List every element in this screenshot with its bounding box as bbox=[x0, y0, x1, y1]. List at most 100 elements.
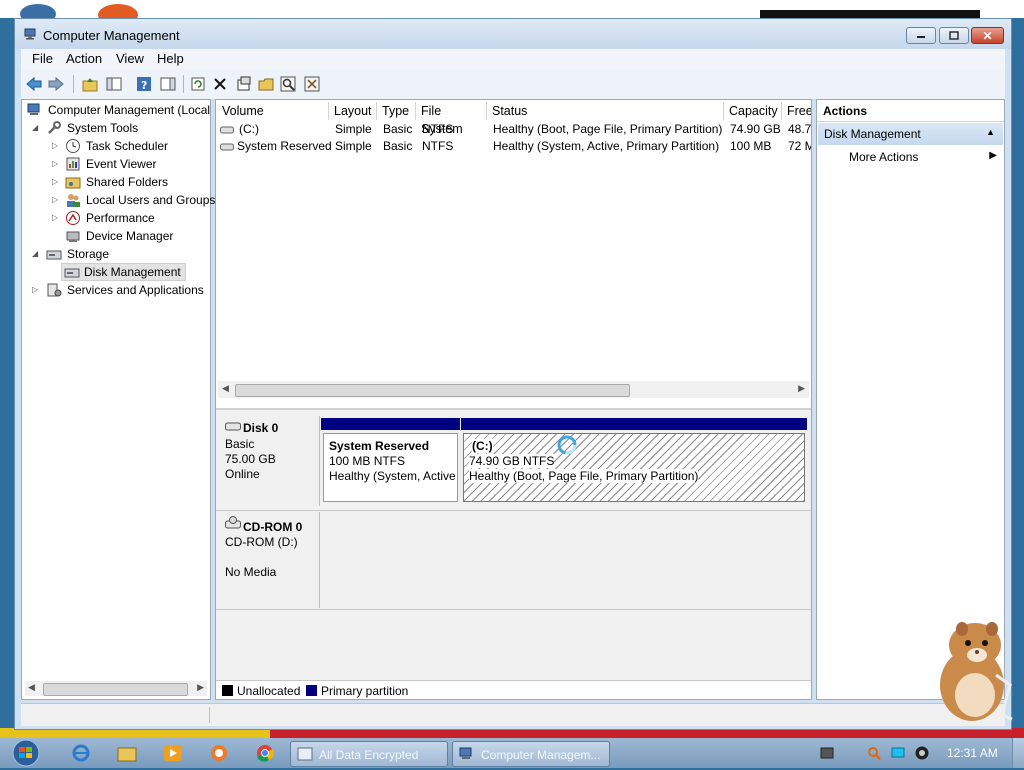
maximize-button[interactable] bbox=[939, 27, 969, 44]
tree-horizontal-scrollbar[interactable]: ◀ ▶ bbox=[25, 681, 207, 696]
menu-help[interactable]: Help bbox=[157, 51, 184, 66]
drive-icon bbox=[220, 126, 234, 134]
tree-item-shared-folders[interactable]: ▷ Shared Folders bbox=[24, 173, 210, 191]
volume-type: Basic bbox=[383, 139, 413, 153]
disk-0-label[interactable]: Disk 0 Basic 75.00 GB Online bbox=[216, 416, 320, 506]
expand-arrow-icon[interactable]: ▷ bbox=[52, 141, 58, 150]
primary-partition-bar bbox=[461, 418, 807, 430]
tree-item-services-applications[interactable]: ▷ Services and Applications bbox=[24, 281, 210, 299]
help-button[interactable]: ? bbox=[135, 75, 153, 93]
tree-item-performance[interactable]: ▷ Performance bbox=[24, 209, 210, 227]
cdrom-name: CD-ROM 0 bbox=[243, 520, 303, 534]
volume-status: Healthy (Boot, Page File, Primary Partit… bbox=[493, 122, 723, 136]
tree-label: Device Manager bbox=[86, 229, 174, 243]
settings-button[interactable] bbox=[303, 75, 321, 93]
services-icon bbox=[47, 283, 62, 297]
up-level-button[interactable] bbox=[81, 75, 99, 93]
pinned-ie[interactable] bbox=[70, 743, 92, 763]
volume-row[interactable]: System Reserved Simple Basic NTFS Health… bbox=[218, 138, 811, 155]
pinned-media-player[interactable] bbox=[162, 743, 184, 763]
clock[interactable]: 12:31 AM bbox=[947, 746, 998, 760]
menu-view[interactable]: View bbox=[116, 51, 144, 66]
properties-icon bbox=[237, 76, 251, 91]
cdrom-0-label[interactable]: CD-ROM 0 CD-ROM (D:) No Media bbox=[216, 512, 320, 608]
device-manager-icon bbox=[66, 231, 80, 242]
taskbar: All Data Encrypted Computer Managem... 1… bbox=[0, 738, 1024, 768]
tree-item-computer-management[interactable]: Computer Management (Local bbox=[24, 101, 214, 119]
open-button[interactable] bbox=[257, 75, 275, 93]
tree-label: Storage bbox=[67, 247, 110, 261]
console-tree: Computer Management (Local ◢ System Tool… bbox=[21, 99, 215, 700]
busy-cursor-icon bbox=[557, 435, 577, 455]
delete-button[interactable] bbox=[211, 75, 229, 93]
show-desktop-button[interactable] bbox=[1012, 738, 1024, 768]
taskbar-button-label: All Data Encrypted bbox=[319, 748, 419, 762]
expand-arrow-icon[interactable]: ▷ bbox=[52, 159, 58, 168]
event-viewer-icon bbox=[66, 157, 80, 171]
column-header-free[interactable]: Free bbox=[782, 102, 811, 120]
partition-c[interactable]: (C:) 74.90 GB NTFS Healthy (Boot, Page F… bbox=[461, 418, 807, 504]
tree-item-local-users[interactable]: ▷ Local Users and Groups bbox=[24, 191, 215, 209]
more-actions-item[interactable]: More Actions ▶ bbox=[818, 147, 1003, 167]
show-hide-action-pane-button[interactable] bbox=[159, 75, 177, 93]
close-button[interactable]: ✕ bbox=[971, 27, 1004, 44]
actions-section-disk-management[interactable]: Disk Management ▲ bbox=[818, 123, 1003, 145]
volume-fs: NTFS bbox=[422, 122, 454, 136]
disk-row-divider bbox=[216, 609, 811, 610]
clock-icon bbox=[66, 139, 80, 153]
column-header-type[interactable]: Type bbox=[377, 102, 416, 120]
scroll-thumb[interactable] bbox=[235, 384, 630, 397]
pinned-explorer[interactable] bbox=[116, 743, 138, 763]
scroll-left-icon[interactable]: ◀ bbox=[28, 682, 35, 693]
display-icon[interactable] bbox=[890, 745, 906, 761]
tree-item-disk-management[interactable]: Disk Management bbox=[61, 263, 186, 281]
taskbar-button-all-data-encrypted[interactable]: All Data Encrypted bbox=[290, 741, 448, 767]
partition-system-reserved[interactable]: System Reserved 100 MB NTFS Healthy (Sys… bbox=[321, 418, 460, 504]
expand-arrow-icon[interactable]: ▷ bbox=[52, 213, 58, 222]
scroll-right-icon[interactable]: ▶ bbox=[798, 383, 805, 394]
volume-list-horizontal-scrollbar[interactable]: ◀ ▶ bbox=[218, 381, 809, 398]
tree-item-task-scheduler[interactable]: ▷ Task Scheduler bbox=[24, 137, 210, 155]
collapse-arrow-icon[interactable]: ◢ bbox=[32, 249, 38, 258]
tree-item-device-manager[interactable]: Device Manager bbox=[24, 227, 210, 245]
search-tray-icon[interactable] bbox=[866, 745, 882, 761]
scroll-left-icon[interactable]: ◀ bbox=[222, 383, 229, 394]
legend-swatch-primary bbox=[306, 685, 317, 696]
column-header-file-system[interactable]: File System bbox=[416, 102, 487, 136]
show-hide-tree-button[interactable] bbox=[105, 75, 123, 93]
computer-management-icon bbox=[459, 747, 472, 759]
column-header-status[interactable]: Status bbox=[487, 102, 724, 120]
tree-item-system-tools[interactable]: ◢ System Tools bbox=[24, 119, 210, 137]
start-button[interactable] bbox=[8, 739, 44, 767]
tree-item-event-viewer[interactable]: ▷ Event Viewer bbox=[24, 155, 210, 173]
properties-button[interactable] bbox=[235, 75, 253, 93]
expand-arrow-icon[interactable]: ▷ bbox=[52, 177, 58, 186]
column-header-capacity[interactable]: Capacity bbox=[724, 102, 782, 120]
expand-arrow-icon[interactable]: ▷ bbox=[32, 285, 38, 294]
search-button[interactable] bbox=[279, 75, 297, 93]
forward-button[interactable] bbox=[47, 75, 65, 93]
scroll-right-icon[interactable]: ▶ bbox=[197, 682, 204, 693]
menu-file[interactable]: File bbox=[32, 51, 53, 66]
volume-row[interactable]: (C:) Simple Basic NTFS Healthy (Boot, Pa… bbox=[218, 121, 811, 138]
actions-pane: Actions Disk Management ▲ More Actions ▶ bbox=[816, 99, 1005, 700]
refresh-button[interactable] bbox=[189, 75, 207, 93]
minimize-button[interactable] bbox=[906, 27, 936, 44]
pinned-app[interactable] bbox=[208, 743, 230, 763]
column-header-layout[interactable]: Layout bbox=[329, 102, 377, 120]
collapse-up-icon[interactable]: ▲ bbox=[986, 127, 995, 137]
back-button[interactable] bbox=[25, 75, 43, 93]
network-icon[interactable] bbox=[819, 745, 835, 761]
menu-action[interactable]: Action bbox=[66, 51, 102, 66]
tree-item-storage[interactable]: ◢ Storage bbox=[24, 245, 210, 263]
disk-name: Disk 0 bbox=[243, 421, 279, 435]
column-header-volume[interactable]: Volume bbox=[217, 102, 329, 120]
pinned-chrome[interactable] bbox=[254, 743, 276, 763]
scroll-thumb[interactable] bbox=[43, 683, 188, 696]
title-bar[interactable]: Computer Management ✕ bbox=[15, 19, 1011, 49]
taskbar-button-computer-management[interactable]: Computer Managem... bbox=[452, 741, 610, 767]
collapse-arrow-icon[interactable]: ◢ bbox=[32, 123, 38, 132]
expand-arrow-icon[interactable]: ▷ bbox=[52, 195, 58, 204]
svg-text:?: ? bbox=[141, 79, 147, 92]
volume-icon[interactable] bbox=[914, 745, 930, 761]
